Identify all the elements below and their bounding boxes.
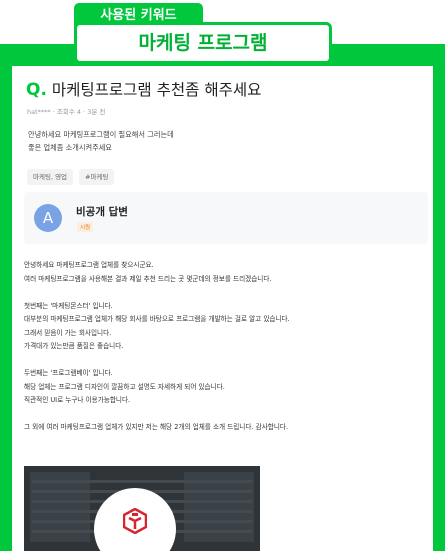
cube-logo-icon	[123, 508, 147, 534]
question-body-line: 안녕하세요 마케팅프로그램이 필요해서 그러는데	[28, 130, 174, 139]
answer-image[interactable]	[24, 466, 260, 551]
qna-card: Q. 마케팅프로그램 추천좀 해주세요 hat**** · 조회수 4 · 3분…	[12, 66, 433, 551]
answer-line: 직관적인 UI로 누구나 이용가능합니다.	[24, 396, 131, 404]
answer-header: A 비공개 답변 시원	[24, 192, 428, 244]
question-title[interactable]: Q. 마케팅프로그램 추천좀 해주세요	[26, 78, 261, 100]
answer-line-gap	[24, 286, 429, 300]
tag-category[interactable]: 마케팅, 영업	[27, 169, 74, 185]
question-time: 3분 전	[87, 108, 106, 116]
answer-badge: 시원	[77, 222, 94, 232]
answer-line: 여러 마케팅프로그램을 사용해본 결과 제일 추천 드리는 곳 몇군데의 정보를…	[24, 274, 272, 283]
answer-line-gap	[24, 408, 429, 422]
question-views: 조회수 4	[56, 108, 82, 116]
keyword-box: 마케팅 프로그램	[74, 22, 332, 64]
answer-line: 두번째는 '프로그램베이' 입니다.	[24, 369, 113, 377]
question-mark-icon: Q.	[26, 80, 47, 100]
question-meta: hat**** · 조회수 4 · 3분 전	[27, 108, 106, 116]
answer-line: 대부분의 마케팅프로그램 업체가 해당 회사를 바탕으로 프로그램을 개발하는 …	[24, 315, 290, 323]
answer-line: 첫번째는 '마케팅몬스터' 입니다.	[24, 301, 113, 310]
answer-line-gap	[24, 354, 429, 368]
answer-line: 안녕하세요 마케팅프로그램 업체를 찾으시군요.	[24, 261, 154, 269]
answer-body: 안녕하세요 마케팅프로그램 업체를 찾으시군요. 여러 마케팅프로그램을 사용해…	[24, 259, 429, 435]
answer-line: 가격대가 있는만큼 품질은 좋습니다.	[24, 342, 124, 350]
answer-line: 해당 업체는 프로그램 디자인이 깔끔하고 설명도 자세하게 되어 있습니다.	[24, 382, 225, 391]
avatar: A	[34, 204, 62, 232]
question-body-line: 좋은 업체좀 소개시켜주세요	[28, 143, 112, 152]
answer-line: 그 외에 여러 마케팅프로그램 업체가 있지만 저는 해당 2개의 업체를 소개…	[24, 423, 289, 431]
question-body: 안녕하세요 마케팅프로그램이 필요해서 그러는데 좋은 업체좀 소개시켜주세요	[28, 128, 174, 154]
tag-list: 마케팅, 영업 #마케팅	[27, 169, 115, 185]
answer-line: 그래서 믿음이 가는 회사입니다.	[24, 328, 112, 337]
answer-author-name: 비공개 답변	[76, 206, 128, 218]
question-author: hat****	[27, 108, 51, 116]
tag-hashtag[interactable]: #마케팅	[79, 169, 115, 185]
question-title-text: 마케팅프로그램 추천좀 해주세요	[51, 81, 262, 99]
